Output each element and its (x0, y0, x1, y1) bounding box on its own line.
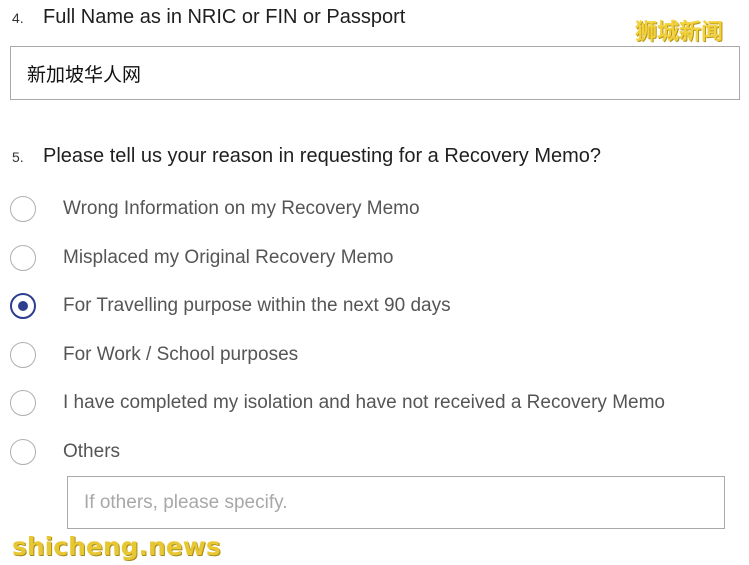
radio-button[interactable] (10, 390, 36, 416)
question-5-number: 5. (12, 149, 24, 165)
radio-button[interactable] (10, 245, 36, 271)
option-travelling-purpose[interactable]: For Travelling purpose within the next 9… (10, 291, 451, 321)
option-label: For Travelling purpose within the next 9… (63, 295, 451, 316)
radio-dot-icon (18, 301, 28, 311)
others-specify-input[interactable]: If others, please specify. (67, 476, 725, 529)
option-label: For Work / School purposes (63, 344, 299, 365)
radio-button-selected[interactable] (10, 293, 36, 319)
option-work-school[interactable]: For Work / School purposes (10, 340, 298, 370)
option-isolation-completed[interactable]: I have completed my isolation and have n… (10, 388, 665, 418)
option-wrong-information[interactable]: Wrong Information on my Recovery Memo (10, 194, 420, 224)
watermark-top: 狮城新闻 (635, 20, 724, 45)
option-label: Misplaced my Original Recovery Memo (63, 247, 394, 268)
question-4-number: 4. (12, 10, 24, 26)
full-name-input[interactable]: 新加坡华人网 (10, 46, 740, 100)
watermark-bottom: shicheng.news (12, 532, 221, 561)
option-others[interactable]: Others (10, 437, 120, 467)
option-label: I have completed my isolation and have n… (63, 392, 665, 413)
option-label: Others (63, 441, 121, 462)
radio-button[interactable] (10, 439, 36, 465)
question-5-label: Please tell us your reason in requesting… (43, 145, 602, 167)
radio-button[interactable] (10, 342, 36, 368)
option-misplaced-memo[interactable]: Misplaced my Original Recovery Memo (10, 243, 394, 273)
option-label: Wrong Information on my Recovery Memo (63, 198, 420, 219)
question-4-label: Full Name as in NRIC or FIN or Passport (43, 6, 406, 28)
radio-button[interactable] (10, 196, 36, 222)
